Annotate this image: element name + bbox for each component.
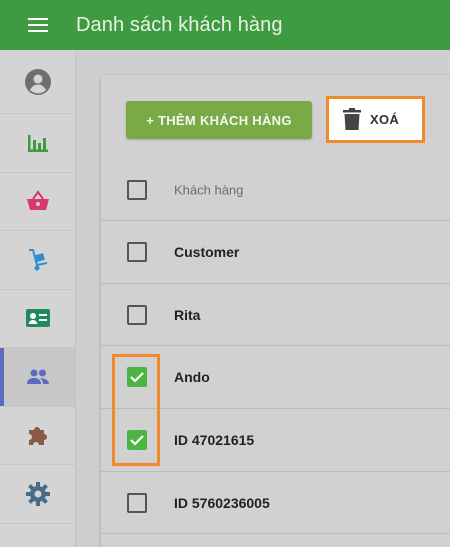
customer-name: Ando (174, 369, 210, 386)
gear-icon (25, 481, 50, 506)
sidebar-item-reports[interactable] (0, 114, 75, 173)
select-all-checkbox[interactable] (127, 180, 147, 200)
sidebar-item-customers[interactable] (0, 348, 75, 407)
selected-checkboxes-highlight (112, 354, 160, 466)
bar-chart-icon (27, 134, 48, 152)
people-icon (26, 369, 49, 384)
add-customer-button[interactable]: + THÊM KHÁCH HÀNG (126, 101, 312, 139)
contact-card-icon (25, 309, 50, 328)
hand-truck-icon (28, 248, 47, 271)
sidebar-item-settings[interactable] (0, 465, 75, 524)
row-checkbox[interactable] (127, 304, 147, 325)
table-header-row: Khách hàng (101, 160, 450, 221)
sidebar-item-extensions[interactable] (0, 407, 75, 465)
table-row[interactable]: Customer (101, 221, 450, 284)
column-header-customer: Khách hàng (174, 182, 244, 198)
delete-button[interactable]: XOÁ (343, 108, 399, 130)
basket-icon (26, 190, 49, 211)
profile-icon (24, 68, 51, 95)
delete-button-label: XOÁ (370, 111, 400, 127)
row-checkbox[interactable] (127, 492, 147, 513)
table-row[interactable]: ID 5760236005 (101, 472, 450, 535)
menu-button[interactable] (0, 0, 76, 50)
customer-name: ID 47021615 (174, 431, 255, 448)
sidebar-item-orders[interactable] (0, 173, 75, 231)
customer-name: Customer (174, 243, 240, 260)
trash-icon (343, 108, 361, 130)
page-title: Danh sách khách hàng (76, 13, 283, 36)
table-row[interactable]: Rita (101, 284, 450, 347)
customer-name: ID 5760236005 (174, 494, 270, 511)
puzzle-icon (28, 427, 47, 446)
customer-name: Rita (174, 306, 201, 323)
sidebar (0, 50, 76, 547)
sidebar-item-shipping[interactable] (0, 231, 75, 290)
top-app-bar: Danh sách khách hàng (0, 0, 450, 50)
row-checkbox[interactable] (127, 241, 147, 262)
sidebar-item-profile[interactable] (0, 50, 75, 114)
sidebar-item-contacts[interactable] (0, 290, 75, 348)
hamburger-menu-icon (28, 18, 48, 32)
customer-table: Khách hàng Customer Rita Ando ID 4702161… (101, 160, 450, 535)
